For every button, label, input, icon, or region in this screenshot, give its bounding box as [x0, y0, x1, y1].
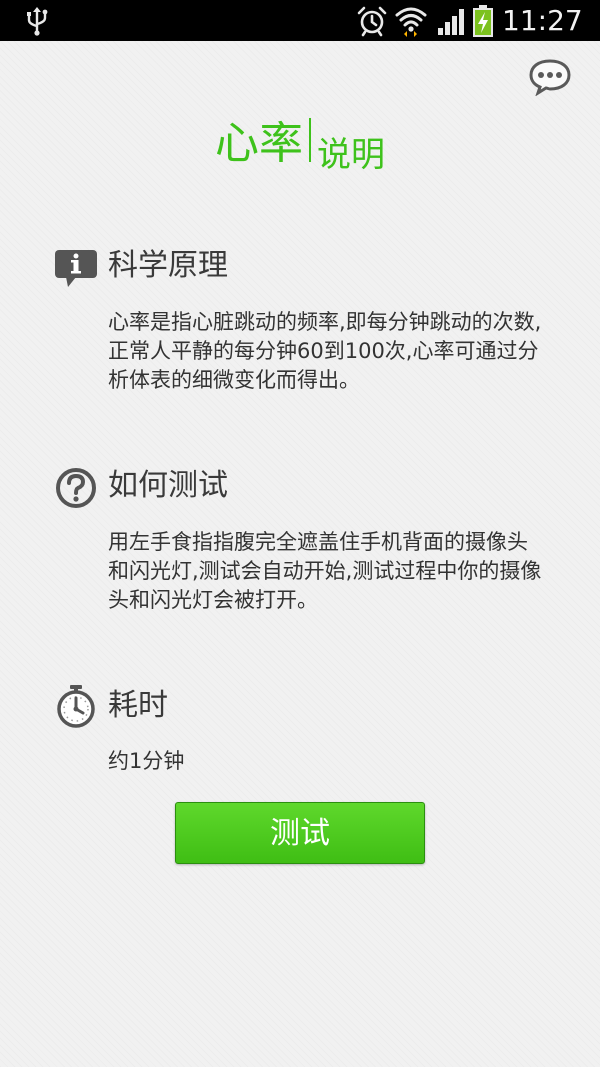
- question-icon: [56, 468, 96, 508]
- wifi-icon: [395, 7, 427, 37]
- page-title-main: 心率: [215, 118, 303, 169]
- status-bar: 11:27: [0, 0, 600, 41]
- section-body-how-to-test: 用左手食指指腹完全遮盖住手机背面的摄像头和闪光灯,测试会自动开始,测试过程中你的…: [108, 530, 542, 612]
- status-time: 11:27: [502, 4, 583, 37]
- section-body-principle: 心率是指心脏跳动的频率,即每分钟跳动的次数,正常人平静的每分钟60到100次,心…: [108, 310, 542, 392]
- title-divider: [309, 118, 311, 162]
- alarm-icon: [357, 6, 387, 37]
- chat-bubble-icon[interactable]: [528, 58, 572, 96]
- section-heading-principle: 科学原理: [108, 248, 228, 283]
- page-title-sub: 说明: [317, 135, 385, 175]
- stopwatch-icon: [57, 685, 95, 728]
- signal-icon: [438, 9, 464, 35]
- section-body-duration: 约1分钟: [108, 749, 185, 773]
- battery-charging-icon: [473, 5, 493, 37]
- page-title: 心率 说明: [0, 118, 600, 175]
- info-icon: [55, 250, 97, 287]
- section-heading-duration: 耗时: [108, 688, 168, 723]
- usb-icon: [27, 7, 48, 36]
- test-button[interactable]: 测试: [175, 802, 425, 864]
- section-heading-how-to-test: 如何测试: [108, 468, 228, 503]
